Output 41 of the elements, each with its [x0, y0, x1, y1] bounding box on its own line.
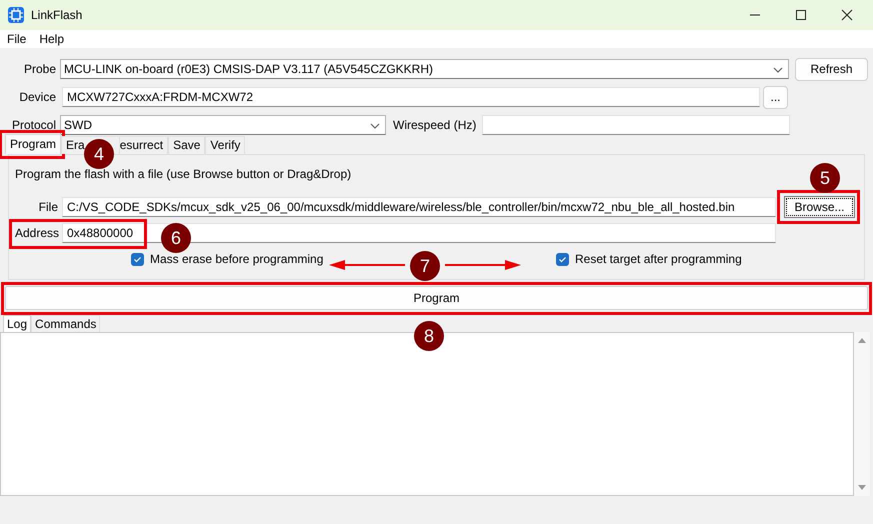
chip-icon — [8, 7, 24, 23]
checkmark-icon — [558, 254, 567, 264]
tab[interactable]: Program — [5, 134, 62, 154]
field-label: Probe — [22, 62, 57, 76]
window-title: LinkFlash — [31, 8, 82, 22]
wirespeed-field[interactable] — [482, 115, 790, 135]
field-label: Device — [18, 90, 57, 104]
checkbox-label: Reset target after programming — [575, 252, 742, 266]
menu-item[interactable]: File — [7, 32, 26, 46]
description-text: Program the flash with a file (use Browse button or Drag&Drop) — [15, 167, 352, 181]
left-arrow-icon — [329, 260, 405, 270]
close-icon[interactable] — [841, 9, 853, 21]
program-button[interactable]: Program — [5, 286, 868, 310]
tab[interactable]: Verify — [205, 136, 246, 154]
protocol-dropdown[interactable]: SWD — [60, 115, 386, 135]
scroll-down-icon[interactable] — [858, 485, 866, 490]
field-label: Wirespeed (Hz) — [393, 118, 476, 132]
tab[interactable]: Log — [3, 315, 32, 332]
caret-icon — [773, 67, 783, 73]
checkbox[interactable] — [131, 252, 144, 266]
caret-icon — [370, 123, 380, 129]
field-label: File — [38, 200, 59, 214]
checkbox-label: Mass erase before programming — [150, 252, 324, 266]
device-select-button[interactable]: ... — [763, 86, 788, 108]
tab[interactable]: Save — [168, 136, 206, 154]
checkmark-icon — [133, 254, 142, 264]
checkbox[interactable] — [556, 252, 569, 266]
menu-item[interactable]: Help — [39, 32, 64, 46]
device-field[interactable]: MCXW727CxxxA:FRDM-MCXW72 — [62, 87, 760, 107]
browse-button[interactable]: Browse... — [784, 196, 855, 218]
file-path-field[interactable]: C:/VS_CODE_SDKs/mcux_sdk_v25_06_00/mcuxsdk/middleware/wireless/ble_controller/bin/mcxw72_nbu_ble_all_hosted.bin — [62, 197, 776, 217]
field-label: Address — [15, 226, 60, 240]
maximize-icon[interactable] — [795, 9, 807, 21]
refresh-button[interactable]: Refresh — [795, 58, 868, 80]
scroll-up-icon[interactable] — [858, 338, 866, 343]
step-badge: 8 — [414, 321, 444, 351]
right-arrow-icon — [445, 260, 521, 270]
tab[interactable]: esurrect — [118, 136, 168, 154]
scrollbar[interactable] — [854, 332, 870, 496]
field-label: Protocol — [10, 118, 57, 132]
probe-dropdown[interactable]: MCU-LINK on-board (r0E3) CMSIS-DAP V3.117 (A5V545CZGKKRH) — [60, 59, 789, 79]
